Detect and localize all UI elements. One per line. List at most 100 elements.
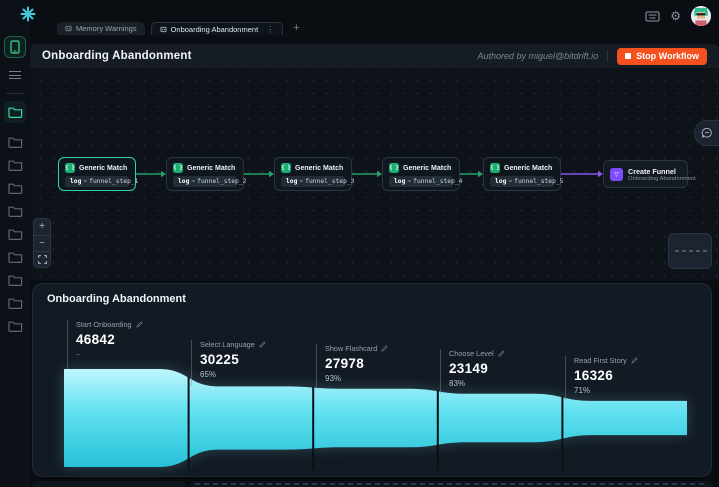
create-funnel-subtitle: Onboarding Abandonment: [628, 175, 696, 182]
folder-item[interactable]: [4, 131, 26, 153]
keyboard-icon[interactable]: [645, 10, 660, 22]
bottom-panel-timeline-edge: [189, 481, 712, 487]
folder-icon: [7, 160, 22, 171]
folder-item[interactable]: [4, 315, 26, 337]
folder-item[interactable]: [4, 269, 26, 291]
node-generic-match-4[interactable]: { } Generic Match log = funnel_step_4: [382, 157, 462, 191]
stage-value: 16326: [574, 368, 614, 383]
funnel-stage-select-language: Select Language 30225 65%: [191, 340, 266, 386]
stage-label: Start Onboarding: [76, 320, 132, 329]
braces-icon: { }: [281, 163, 291, 173]
header-separator: [607, 50, 609, 62]
stage-label: Read First Story: [574, 356, 627, 365]
tab-menu-icon[interactable]: ⋮: [266, 25, 274, 34]
folder-icon: [7, 298, 22, 309]
funnel-stage-show-flashcard: Show Flashcard 27978 93%: [316, 344, 388, 389]
settings-gear-icon[interactable]: ⚙: [670, 10, 681, 22]
folder-icon: [7, 183, 22, 194]
funnel-panel: Onboarding Abandonment Start Onboarding …: [32, 283, 712, 477]
node-generic-match-3[interactable]: { } Generic Match log = funnel_step_3: [274, 157, 354, 191]
phone-icon: [10, 40, 20, 54]
canvas-minimap[interactable]: [668, 233, 712, 269]
folder-icon: [7, 206, 22, 217]
node-title: Generic Match: [187, 164, 236, 172]
list-icon: [9, 71, 21, 79]
sidebar-divider: [6, 93, 24, 94]
braces-icon: { }: [173, 163, 183, 173]
node-condition-pill: log = funnel_step_1: [65, 176, 138, 187]
folder-item[interactable]: [4, 246, 26, 268]
zoom-in-button[interactable]: +: [34, 219, 50, 235]
workflow-header: Onboarding Abandonment Authored by migue…: [30, 44, 719, 68]
stage-percent: 83%: [449, 379, 466, 388]
node-generic-match-2[interactable]: { } Generic Match log = funnel_step_2: [166, 157, 246, 191]
stage-percent: –: [76, 350, 81, 359]
tab-label: Onboarding Abandonment: [170, 24, 259, 34]
fit-view-icon: [37, 255, 47, 264]
stage-value: 46842: [76, 332, 116, 347]
zoom-controls: + −: [33, 218, 51, 268]
avatar-pixel-face: [691, 6, 711, 26]
app-logo-icon[interactable]: [20, 6, 36, 22]
folder-icon: [7, 252, 22, 263]
feedback-chat-button[interactable]: [694, 120, 719, 146]
node-generic-match-1[interactable]: { } Generic Match log = funnel_step_1: [58, 157, 138, 191]
braces-icon: { }: [490, 163, 500, 173]
folder-item[interactable]: [4, 223, 26, 245]
stage-label: Choose Level: [449, 349, 494, 358]
edit-icon[interactable]: [259, 341, 266, 348]
new-tab-button[interactable]: +: [289, 22, 303, 35]
tab-memory-warnings[interactable]: Memory Warnings: [57, 22, 145, 35]
fit-view-button[interactable]: [34, 251, 50, 267]
folder-item[interactable]: [4, 200, 26, 222]
node-condition-pill: log = funnel_step_4: [389, 176, 462, 187]
stage-label: Show Flashcard: [325, 344, 378, 353]
stage-label: Select Language: [200, 340, 255, 349]
list-view-button[interactable]: [4, 64, 26, 86]
create-funnel-title: Create Funnel: [628, 166, 676, 176]
stage-percent: 93%: [325, 374, 342, 383]
node-title: Generic Match: [504, 164, 553, 172]
topbar-actions: ⚙: [645, 6, 711, 26]
stop-workflow-label: Stop Workflow: [636, 51, 699, 61]
sidebar: [0, 0, 36, 487]
node-generic-match-5[interactable]: { } Generic Match log = funnel_step_5: [483, 157, 563, 191]
workflow-title: Onboarding Abandonment: [42, 50, 192, 62]
node-title: Generic Match: [79, 164, 128, 172]
funnel-icon: ▽: [610, 167, 623, 181]
folder-icon: [7, 321, 22, 332]
stop-workflow-button[interactable]: Stop Workflow: [617, 47, 707, 65]
edit-icon[interactable]: [135, 321, 143, 328]
folder-open-icon: [7, 107, 22, 118]
stage-percent: 71%: [574, 386, 591, 395]
node-title: Generic Match: [403, 164, 452, 172]
folder-icon: [7, 137, 22, 148]
chat-bubble-icon: [701, 128, 712, 138]
folder-item[interactable]: [4, 292, 26, 314]
workflow-header-actions: Authored by miguel@bitdrift.io Stop Work…: [477, 47, 707, 65]
tab-onboarding-abandonment[interactable]: Onboarding Abandonment ⋮: [150, 22, 284, 35]
folder-item[interactable]: [4, 154, 26, 176]
stage-percent: 65%: [200, 370, 217, 379]
funnel-stage-start-onboarding: Start Onboarding 46842 –: [67, 320, 143, 369]
edit-icon[interactable]: [631, 357, 638, 364]
folder-item-active[interactable]: [4, 101, 26, 123]
funnel-stage-read-first-story: Read First Story 16326 71%: [565, 356, 638, 401]
edit-icon[interactable]: [381, 345, 388, 352]
folder-icon: [7, 275, 22, 286]
stage-value: 27978: [325, 356, 365, 371]
stop-icon: [625, 53, 632, 59]
user-avatar[interactable]: [691, 6, 711, 26]
folder-item[interactable]: [4, 177, 26, 199]
workflow-canvas[interactable]: { } Generic Match log = funnel_step_1 { …: [30, 68, 719, 281]
folder-icon: [7, 229, 22, 240]
node-condition-pill: log = funnel_step_2: [173, 176, 246, 187]
node-condition-pill: log = funnel_step_5: [490, 176, 563, 187]
braces-icon: { }: [65, 163, 75, 173]
edit-icon[interactable]: [497, 350, 505, 357]
authored-by-text: Authored by miguel@bitdrift.io: [477, 51, 599, 61]
zoom-out-button[interactable]: −: [34, 235, 50, 251]
node-create-funnel[interactable]: ▽ Create Funnel Onboarding Abandonment: [603, 160, 696, 188]
device-phone-button[interactable]: [4, 36, 26, 58]
tab-bar: Memory Warnings Onboarding Abandonment ⋮…: [57, 22, 304, 35]
